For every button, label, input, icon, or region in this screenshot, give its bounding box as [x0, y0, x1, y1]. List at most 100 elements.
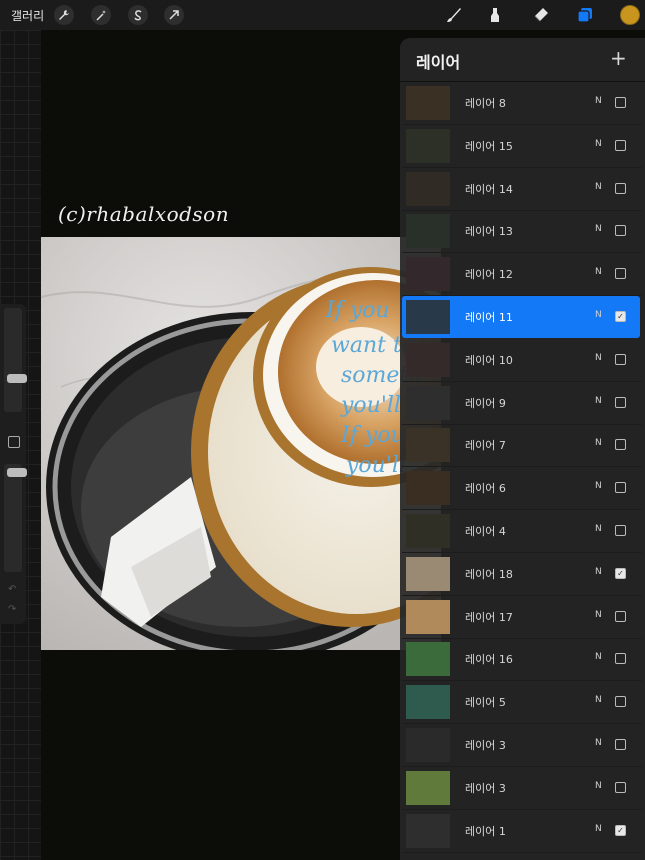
transform-arrow-icon[interactable] — [164, 5, 184, 25]
blend-mode-button[interactable]: N — [595, 267, 602, 277]
layer-thumbnail — [406, 128, 450, 163]
layer-row[interactable]: 레이어 8 N — [402, 82, 642, 125]
layers-panel-title: 레이어 — [416, 53, 461, 72]
svg-text:If you: If you — [340, 423, 405, 448]
layer-row[interactable]: 레이어 10 N — [402, 339, 642, 382]
layer-name: 레이어 3 — [465, 781, 506, 795]
opacity-handle[interactable] — [7, 468, 27, 477]
visibility-checkbox[interactable] — [615, 739, 626, 750]
visibility-checkbox[interactable] — [615, 653, 626, 665]
layer-row[interactable]: 레이어 11 N ✓ — [402, 296, 640, 338]
layers-icon[interactable] — [574, 4, 596, 26]
layer-name: 레이어 3 — [465, 739, 506, 752]
layer-thumbnail — [406, 770, 450, 805]
layer-thumbnail — [406, 385, 450, 420]
layer-name: 레이어 14 — [465, 182, 513, 196]
blend-mode-button[interactable]: N — [595, 738, 602, 748]
wrench-icon[interactable] — [54, 5, 74, 25]
visibility-checkbox[interactable] — [615, 396, 626, 408]
opacity-slider[interactable] — [4, 464, 27, 572]
visibility-checkbox[interactable] — [615, 97, 626, 108]
blend-mode-button[interactable]: N — [595, 96, 602, 106]
blend-mode-button[interactable]: N — [595, 310, 602, 320]
visibility-checkbox[interactable] — [615, 482, 626, 494]
blend-mode-button[interactable]: N — [595, 353, 602, 363]
add-layer-button[interactable]: + — [610, 46, 627, 70]
visibility-checkbox[interactable]: ✓ — [615, 567, 626, 579]
layer-thumbnail — [406, 813, 450, 848]
layer-row[interactable]: 레이어 15 N — [402, 125, 642, 168]
blend-mode-button[interactable]: N — [595, 824, 602, 834]
layer-thumbnail — [406, 471, 450, 506]
visibility-checkbox[interactable] — [615, 781, 626, 793]
visibility-checkbox[interactable] — [615, 182, 626, 194]
row-divider — [402, 851, 642, 853]
left-sidebar: ↶ ↷ — [0, 304, 27, 624]
layer-row[interactable]: 레이어 1 N ✓ — [402, 810, 642, 853]
brush-icon[interactable] — [443, 4, 465, 26]
layer-name: 레이어 11 — [465, 311, 513, 324]
layer-row[interactable]: 레이어 13 N — [402, 210, 642, 254]
blend-mode-button[interactable]: N — [595, 481, 602, 491]
layer-row[interactable]: 레이어 18 N ✓ — [402, 553, 642, 596]
visibility-checkbox[interactable] — [615, 610, 626, 622]
brush-size-slider[interactable] — [4, 308, 27, 412]
visibility-checkbox[interactable] — [615, 439, 626, 451]
layer-row[interactable]: 레이어 7 N — [402, 424, 642, 468]
layer-name: 레이어 12 — [465, 268, 513, 282]
brush-size-handle[interactable] — [7, 374, 27, 383]
blend-mode-button[interactable]: N — [595, 182, 602, 192]
layer-row[interactable]: 레이어 5 N — [402, 681, 642, 725]
visibility-checkbox[interactable] — [615, 225, 626, 237]
modify-button[interactable] — [8, 436, 20, 448]
layer-row[interactable]: 레이어 12 N — [402, 253, 642, 297]
visibility-checkbox[interactable] — [615, 525, 626, 536]
layers-panel: 레이어 + 레이어 8 N 레이어 15 N 레이어 14 N 레이어 13 N 레이어 12 N… — [400, 38, 645, 860]
undo-icon[interactable]: ↶ — [8, 584, 16, 595]
top-toolbar: 갤러리 — [0, 0, 645, 30]
layer-row[interactable]: 레이어 3 N — [402, 724, 642, 767]
layer-thumbnail — [406, 642, 450, 677]
visibility-checkbox[interactable] — [615, 696, 626, 708]
layer-row[interactable]: 레이어 14 N — [402, 168, 642, 211]
blend-mode-button[interactable]: N — [595, 567, 602, 577]
magic-wand-icon[interactable] — [91, 5, 111, 25]
redo-icon[interactable]: ↷ — [8, 604, 16, 615]
visibility-checkbox[interactable] — [615, 268, 626, 280]
layer-thumbnail — [406, 342, 450, 377]
color-swatch-icon[interactable] — [620, 5, 640, 25]
blend-mode-button[interactable]: N — [595, 438, 602, 448]
blend-mode-button[interactable]: N — [595, 224, 602, 234]
watermark-text: (c)rhabalxodson — [58, 202, 230, 226]
layer-thumbnail — [406, 685, 450, 720]
blend-mode-button[interactable]: N — [595, 396, 602, 406]
layer-row[interactable]: 레이어 16 N — [402, 638, 642, 682]
layer-thumbnail — [406, 556, 450, 591]
gallery-button[interactable]: 갤러리 — [11, 7, 44, 24]
svg-text:If you: If you — [325, 298, 390, 323]
blend-mode-button[interactable]: N — [595, 695, 602, 705]
layer-thumbnail — [406, 514, 450, 548]
layer-name: 레이어 18 — [465, 567, 513, 581]
blend-mode-button[interactable]: N — [595, 652, 602, 662]
visibility-checkbox[interactable]: ✓ — [615, 824, 626, 836]
blend-mode-button[interactable]: N — [595, 781, 602, 791]
blend-mode-button[interactable]: N — [595, 139, 602, 149]
visibility-checkbox[interactable] — [615, 353, 626, 365]
smudge-icon[interactable] — [484, 4, 506, 26]
blend-mode-button[interactable]: N — [595, 610, 602, 620]
layer-row[interactable]: 레이어 6 N — [402, 467, 642, 511]
layer-row[interactable]: 레이어 9 N — [402, 382, 642, 425]
layer-name: 레이어 15 — [465, 139, 513, 153]
eraser-icon[interactable] — [530, 4, 552, 26]
layer-row[interactable]: 레이어 17 N — [402, 596, 642, 639]
layer-name: 레이어 7 — [465, 439, 506, 453]
selection-s-icon[interactable] — [128, 5, 148, 25]
layer-row[interactable]: 레이어 4 N — [402, 510, 642, 553]
svg-text:you'll: you'll — [340, 393, 401, 418]
coffee-photo: If you want to someth you'll If you you'… — [41, 237, 441, 650]
layer-row[interactable]: 레이어 3 N — [402, 767, 642, 810]
visibility-checkbox[interactable]: ✓ — [615, 311, 626, 322]
visibility-checkbox[interactable] — [615, 139, 626, 151]
blend-mode-button[interactable]: N — [595, 524, 602, 534]
